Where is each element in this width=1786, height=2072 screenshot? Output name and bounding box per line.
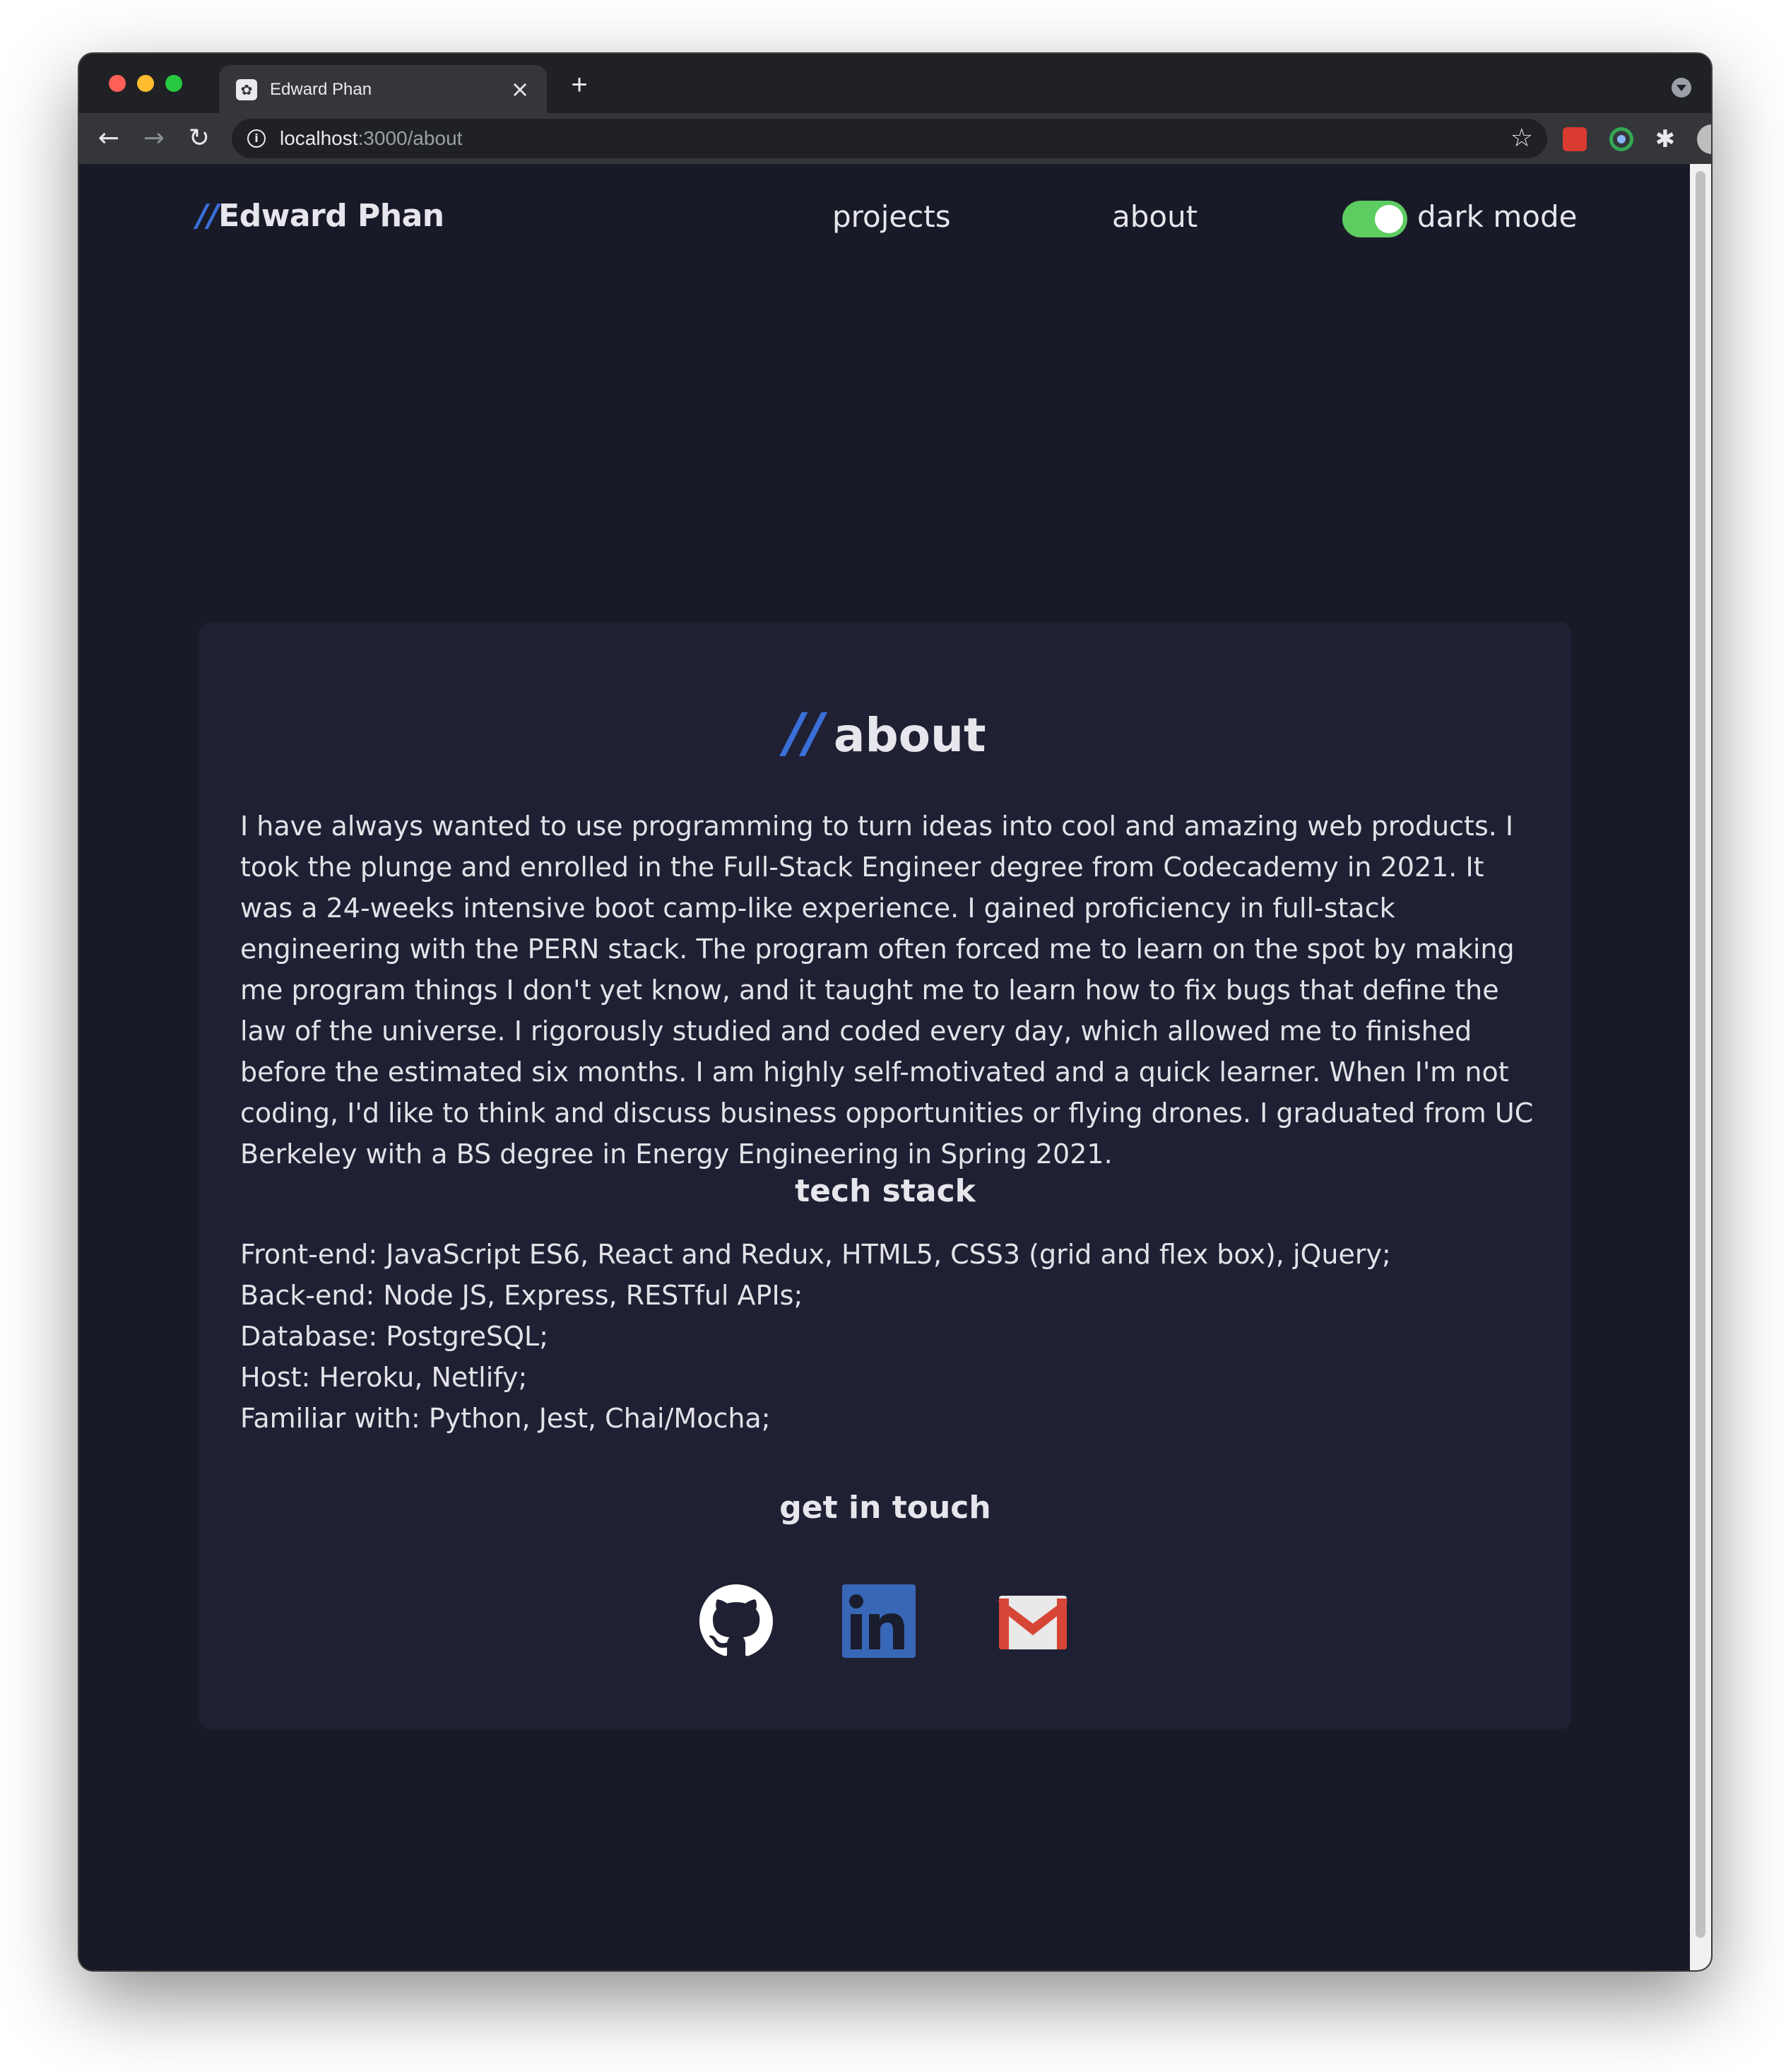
tech-stack-heading: tech stack: [795, 1173, 976, 1209]
scrollbar-thumb[interactable]: [1696, 171, 1705, 1938]
scrollbar[interactable]: [1690, 164, 1711, 1970]
tab-search-icon[interactable]: [1672, 78, 1691, 98]
dark-mode-label: dark mode: [1417, 199, 1578, 234]
close-window-button[interactable]: [109, 75, 126, 92]
url-text: localhost:3000/about: [280, 127, 463, 149]
linkedin-icon[interactable]: [842, 1584, 916, 1658]
star-icon[interactable]: ☆: [1510, 124, 1533, 153]
tech-stack-list: Front-end: JavaScript ES6, React and Red…: [240, 1234, 1540, 1439]
toggle-knob: [1375, 205, 1403, 233]
list-item: Back-end: Node JS, Express, RESTful APIs…: [240, 1280, 803, 1311]
page-title: //about: [784, 701, 986, 764]
minimize-window-button[interactable]: [137, 75, 154, 92]
close-icon[interactable]: ×: [506, 75, 534, 103]
list-item: Front-end: JavaScript ES6, React and Red…: [240, 1239, 1391, 1270]
page-content: //Edward Phan projects about dark mode /…: [79, 164, 1690, 1970]
plus-icon[interactable]: +: [565, 71, 593, 100]
about-card: //about I have always wanted to use prog…: [199, 622, 1571, 1730]
browser-tab[interactable]: ✿ Edward Phan ×: [219, 65, 547, 113]
github-icon[interactable]: [699, 1584, 773, 1658]
browser-toolbar: ← → ↻ i localhost:3000/about ☆ ✱ ⋮: [79, 113, 1711, 164]
nav-link-about[interactable]: about: [1112, 199, 1197, 234]
extension-icon[interactable]: [1609, 127, 1633, 151]
reload-icon[interactable]: ↻: [181, 120, 218, 157]
maximize-window-button[interactable]: [165, 75, 182, 92]
contact-heading: get in touch: [779, 1490, 991, 1526]
info-icon[interactable]: i: [247, 129, 266, 148]
tab-bar: ✿ Edward Phan × +: [79, 54, 1711, 113]
back-arrow-icon[interactable]: ←: [90, 120, 127, 157]
dark-mode-toggle[interactable]: [1342, 201, 1407, 237]
list-item: Host: Heroku, Netlify;: [240, 1362, 528, 1393]
list-item: Database: PostgreSQL;: [240, 1321, 548, 1352]
bio-paragraph: I have always wanted to use programming …: [240, 811, 1534, 1170]
browser-window: ✿ Edward Phan × + ← → ↻ i localhost:3000…: [79, 54, 1711, 1970]
tab-title: Edward Phan: [270, 80, 372, 99]
favicon-icon: ✿: [236, 79, 257, 100]
gmail-icon[interactable]: [996, 1584, 1070, 1658]
forward-arrow-icon[interactable]: →: [136, 120, 172, 157]
address-bar[interactable]: i localhost:3000/about ☆: [232, 119, 1547, 158]
site-logo[interactable]: //Edward Phan: [196, 198, 444, 234]
nav-link-projects[interactable]: projects: [832, 199, 951, 234]
profile-avatar[interactable]: [1697, 124, 1711, 154]
list-item: Familiar with: Python, Jest, Chai/Mocha;: [240, 1403, 771, 1434]
extensions-icon[interactable]: ✱: [1653, 127, 1677, 151]
extension-icon[interactable]: [1563, 127, 1587, 151]
